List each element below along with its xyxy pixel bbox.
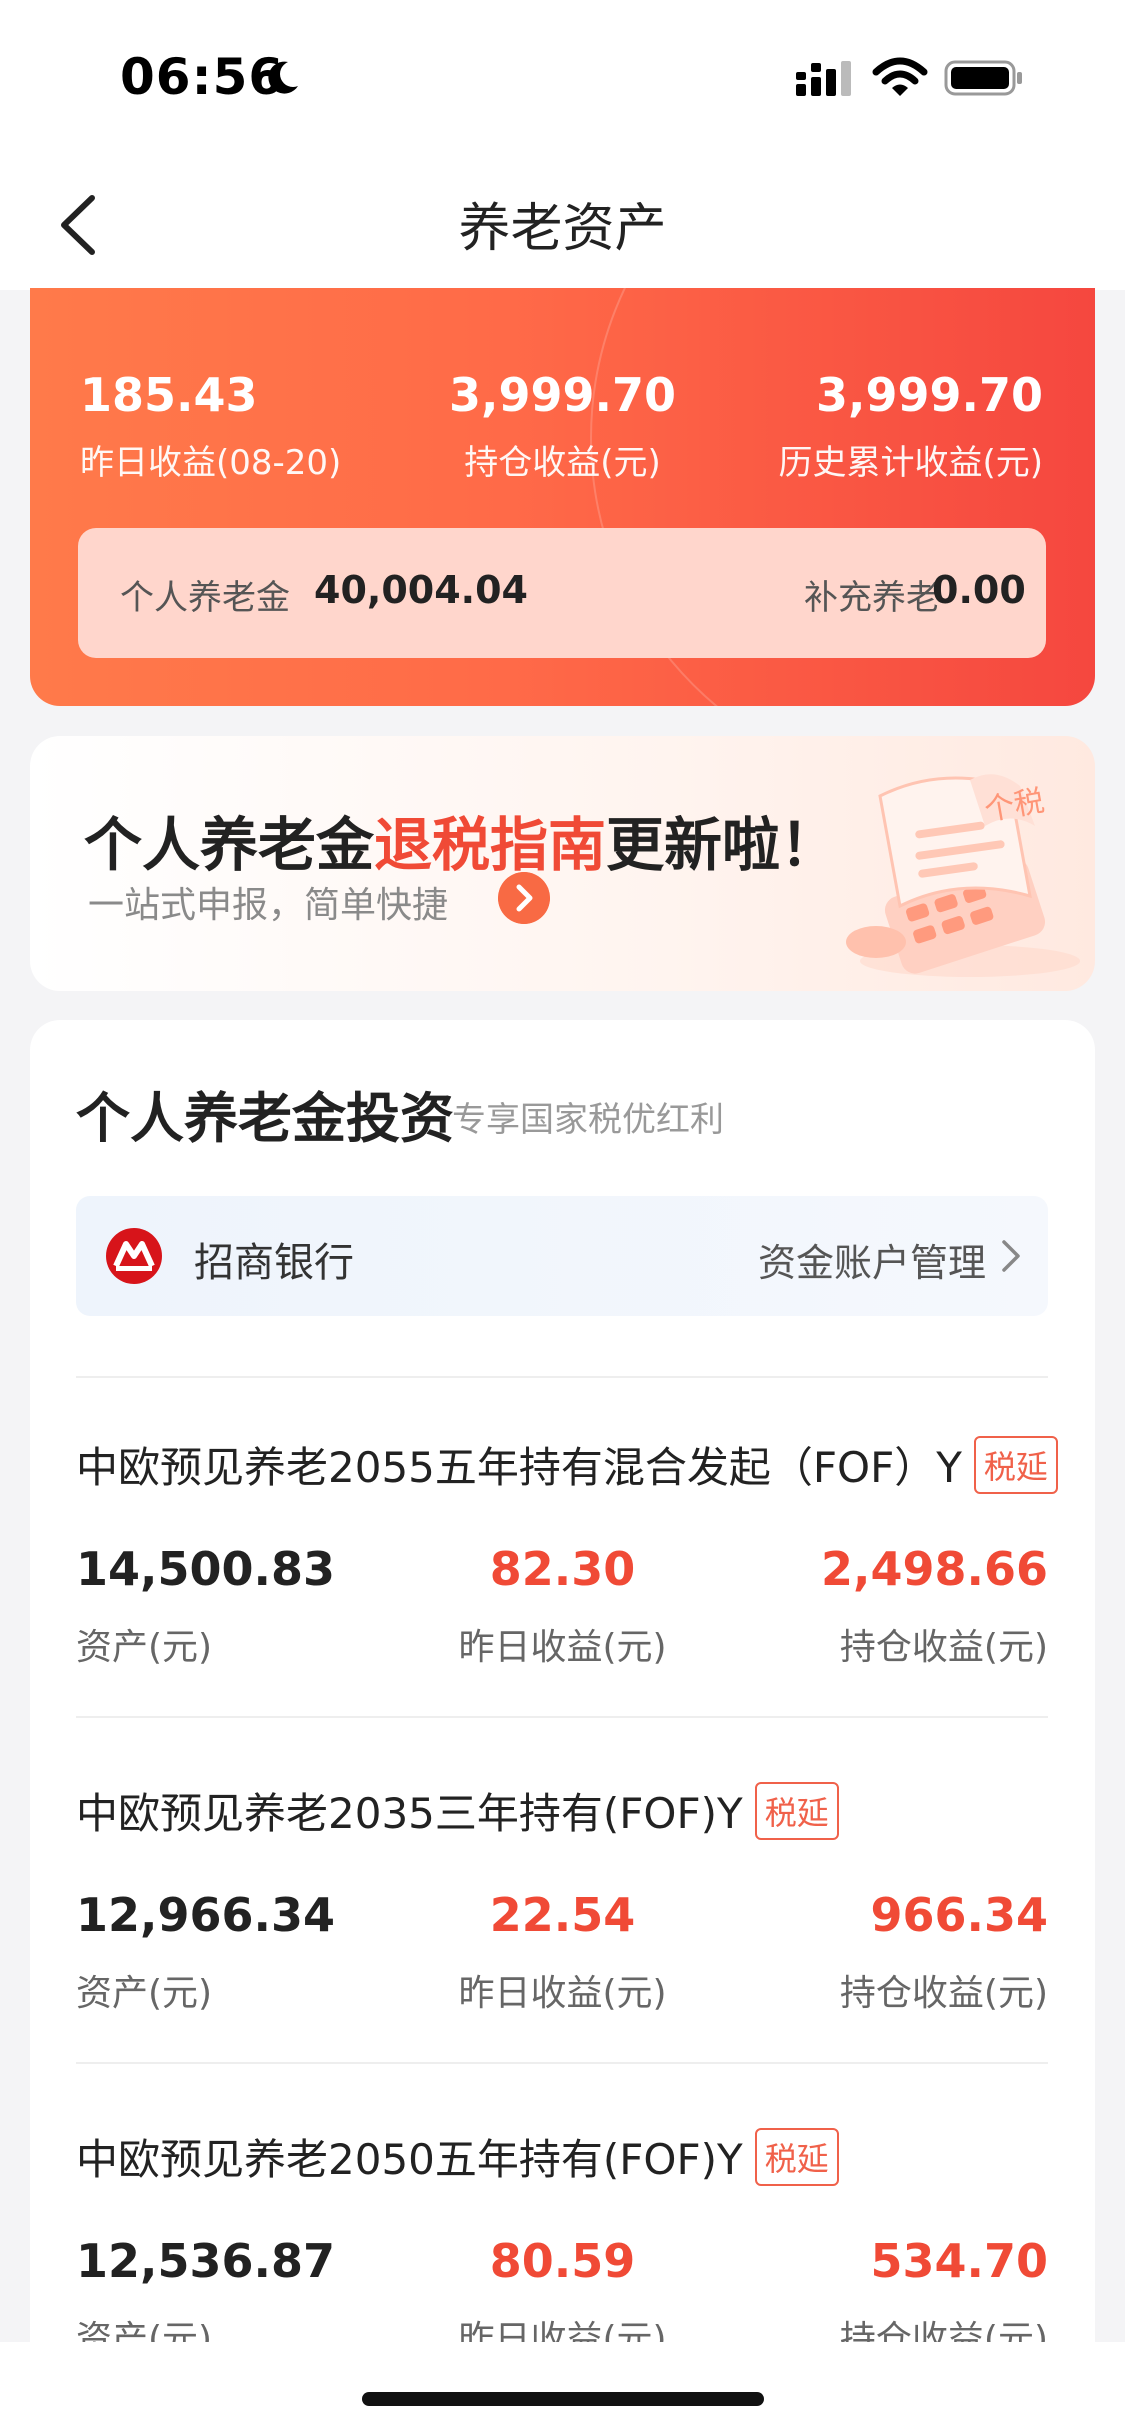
supplementary-pension-value: 0.00 <box>932 568 1026 612</box>
page-title: 养老资产 <box>458 199 667 259</box>
moon-icon <box>268 61 298 94</box>
tax-deferred-badge: 税延 <box>973 1436 1058 1494</box>
tax-refund-banner[interactable]: 个人养老金退税指南更新啦！ 一站式申报，简单快捷 个税 <box>30 736 1095 991</box>
divider <box>76 1716 1048 1718</box>
fund-account-management-link[interactable]: 资金账户管理 <box>758 1232 986 1287</box>
history-earnings: 3,999.70 历史累计收益(元) <box>778 370 1043 484</box>
status-bar: 06:56 <box>0 0 1125 150</box>
fund-holding-label: 持仓收益(元) <box>839 1973 1048 2014</box>
pension-breakdown: 个人养老金 40,004.04 补充养老 0.00 <box>78 528 1046 658</box>
supplementary-pension-label: 补充养老 <box>804 578 940 618</box>
fund-name: 中欧预见养老2050五年持有(FOF)Y 税延 <box>76 2126 839 2187</box>
personal-pension-label: 个人养老金 <box>120 578 290 618</box>
tax-deferred-badge: 税延 <box>754 2128 839 2186</box>
investment-title: 个人养老金投资 <box>76 1087 454 1150</box>
status-time: 06:56 <box>120 48 285 106</box>
personal-pension-value: 40,004.04 <box>314 568 528 612</box>
nav-bar: 养老资产 <box>0 150 1125 290</box>
fund-name: 中欧预见养老2035三年持有(FOF)Y 税延 <box>76 1780 839 1841</box>
fund-holding-label: 持仓收益(元) <box>839 1627 1048 1668</box>
bank-name: 招商银行 <box>194 1240 354 1286</box>
page: 06:56 养老资产 185.43 昨日收益(08-20) 3,999.70 持… <box>0 0 1125 2436</box>
bank-account-row[interactable]: 招商银行 资金账户管理 <box>76 1196 1048 1316</box>
battery-icon <box>944 60 1022 96</box>
chevron-right-icon <box>1002 1240 1020 1272</box>
banner-title-highlight: 退税指南 <box>374 811 607 879</box>
tax-document-illustration: 个税 <box>846 774 1080 977</box>
banner-title-suffix: 更新啦！ <box>606 811 839 879</box>
home-indicator[interactable] <box>362 2392 764 2406</box>
divider <box>76 2062 1048 2064</box>
history-earnings-label: 历史累计收益(元) <box>778 442 1043 483</box>
fund-holding-value: 2,498.66 <box>821 1542 1048 1596</box>
cmb-logo-icon <box>106 1228 162 1284</box>
investment-card: 个人养老金投资 专享国家税优红利 招商银行 资金账户管理 中欧预见养老2055五… <box>30 1020 1095 2436</box>
fund-name-text: 中欧预见养老2050五年持有(FOF)Y <box>76 2135 743 2184</box>
signal-icon <box>796 61 851 96</box>
fund-holding-value: 534.70 <box>870 2234 1048 2288</box>
bottom-safe-area <box>0 2342 1125 2436</box>
fund-name: 中欧预见养老2055五年持有混合发起（FOF）Y 税延 <box>76 1434 1058 1495</box>
history-earnings-value: 3,999.70 <box>816 368 1043 422</box>
fund-name-text: 中欧预见养老2055五年持有混合发起（FOF）Y <box>76 1443 962 1492</box>
wifi-icon <box>872 57 928 96</box>
arrow-circle-icon[interactable] <box>498 872 550 924</box>
fund-holding-value: 966.34 <box>870 1888 1048 1942</box>
tax-deferred-badge: 税延 <box>754 1782 839 1840</box>
fund-name-text: 中欧预见养老2035三年持有(FOF)Y <box>76 1789 743 1838</box>
investment-subtitle: 专享国家税优红利 <box>452 1100 724 1140</box>
banner-title-prefix: 个人养老金 <box>84 811 375 879</box>
fund-item[interactable]: 中欧预见养老2035三年持有(FOF)Y 税延 12,966.34 22.54 9… <box>30 1724 1095 2070</box>
fund-item[interactable]: 中欧预见养老2055五年持有混合发起（FOF）Y 税延 14,500.83 82.… <box>30 1378 1095 1724</box>
banner-subtitle: 一站式申报，简单快捷 <box>88 885 449 926</box>
summary-card: 185.43 昨日收益(08-20) 3,999.70 持仓收益(元) 3,99… <box>30 288 1095 706</box>
banner-title: 个人养老金退税指南更新啦！ <box>84 798 838 882</box>
